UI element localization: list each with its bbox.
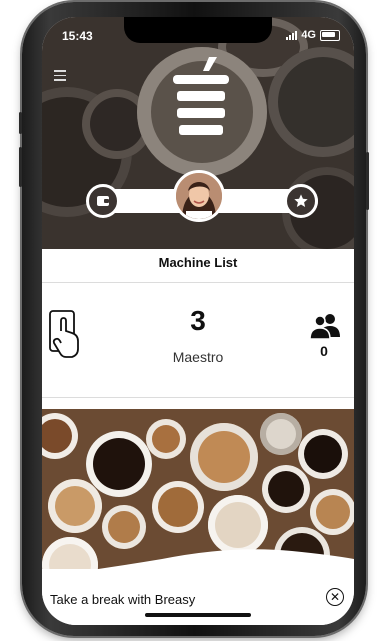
- divider: [42, 282, 354, 283]
- coffee-cup-decoration: [262, 465, 310, 513]
- promo-banner-image[interactable]: [42, 409, 354, 589]
- close-symbol: ✕: [329, 590, 341, 604]
- divider: [42, 397, 354, 398]
- close-icon[interactable]: ✕: [326, 588, 344, 606]
- user-photo: [176, 173, 222, 219]
- volume-up-button: [19, 112, 22, 134]
- wallet-icon: [97, 196, 109, 206]
- stats-panel: 3 Maestro 0: [42, 299, 354, 407]
- star-icon: [294, 194, 308, 207]
- coffee-cup-decoration: [86, 431, 152, 497]
- avatar[interactable]: [173, 170, 225, 222]
- power-button: [366, 152, 369, 210]
- coffee-cup-decoration: [42, 413, 78, 459]
- wallet-button[interactable]: [86, 184, 120, 218]
- coffee-cup-decoration: [260, 413, 302, 455]
- volume-down-button: [19, 147, 22, 187]
- network-label: 4G: [301, 29, 316, 41]
- app-screen: 15:43 4G Machine List 3 Maestro 0 Take a…: [42, 17, 354, 625]
- signal-icon: [286, 30, 298, 40]
- menu-icon[interactable]: [54, 70, 66, 81]
- coffee-cup-decoration: [48, 479, 102, 533]
- status-bar: 15:43 4G: [58, 29, 340, 45]
- status-time: 15:43: [62, 29, 93, 43]
- coffee-cup-decoration: [146, 419, 186, 459]
- battery-icon: [320, 29, 340, 41]
- cup-logo-icon: [173, 57, 229, 135]
- banner-caption[interactable]: Take a break with Breasy: [50, 592, 195, 607]
- home-indicator[interactable]: [145, 613, 251, 617]
- user-rank: Maestro: [172, 349, 224, 365]
- favorites-button[interactable]: [284, 184, 318, 218]
- coffee-cup-decoration: [152, 481, 204, 533]
- users-icon[interactable]: [308, 313, 342, 339]
- coffee-cup-decoration: [190, 423, 258, 491]
- header-background: 15:43 4G: [42, 17, 354, 249]
- coffee-cup-decoration: [298, 429, 348, 479]
- users-count: 0: [320, 343, 328, 359]
- page-title: Machine List: [158, 255, 238, 270]
